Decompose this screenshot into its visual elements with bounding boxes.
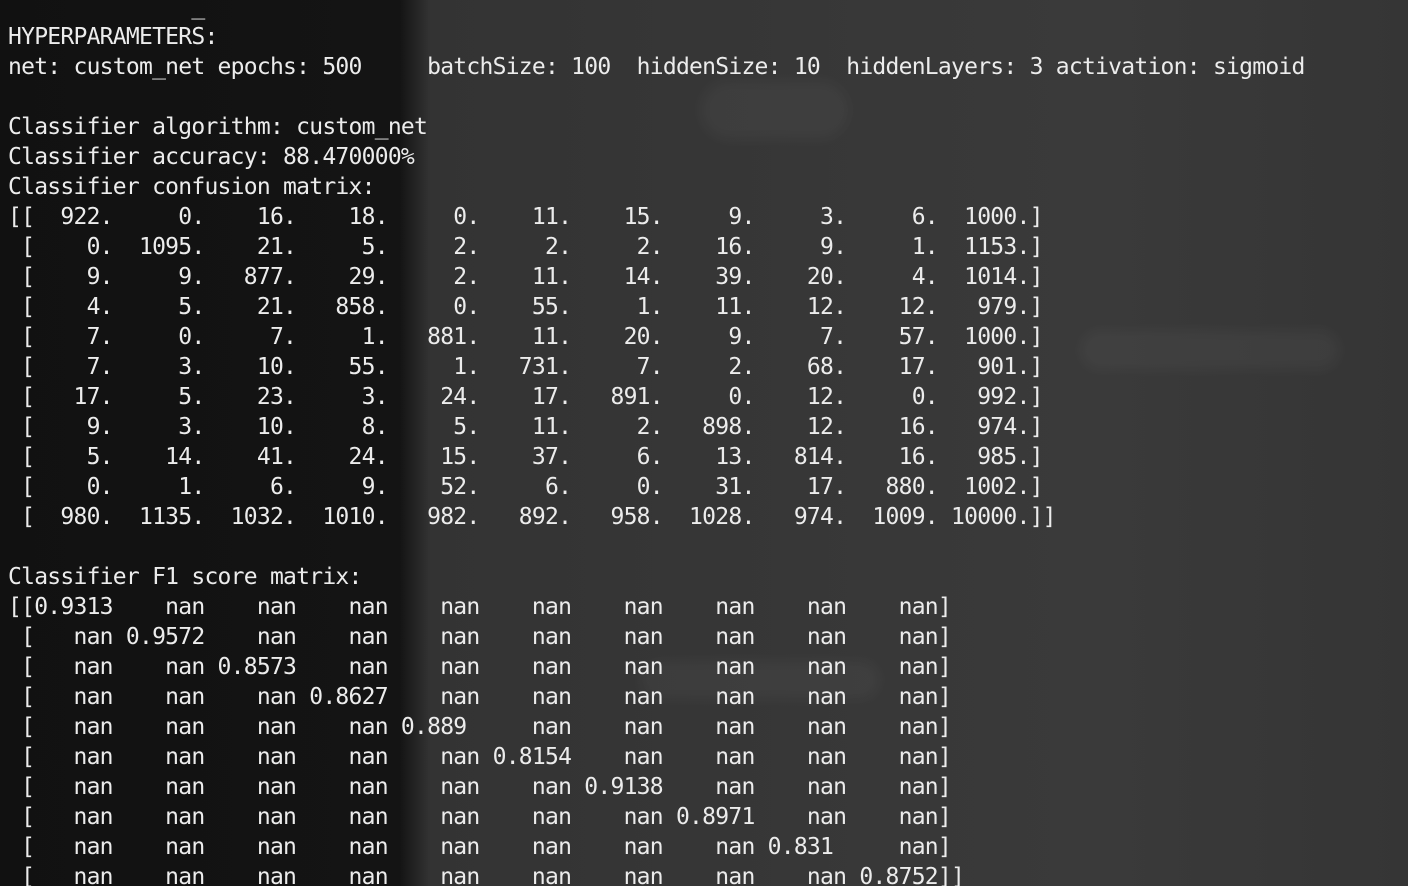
f1-matrix-header: Classifier F1 score matrix: <box>8 564 362 590</box>
f1-row: [ nan nan nan 0.8627 nan nan nan nan nan… <box>8 684 952 710</box>
f1-row: [[0.9313 nan nan nan nan nan nan nan nan… <box>8 594 952 620</box>
f1-row: [ nan nan 0.8573 nan nan nan nan nan nan… <box>8 654 952 680</box>
confusion-row: [[ 922. 0. 16. 18. 0. 11. 15. 9. 3. 6. 1… <box>8 204 1043 230</box>
partial-line: _ <box>8 0 205 20</box>
f1-row: [ nan nan nan nan 0.889 nan nan nan nan … <box>8 714 952 740</box>
confusion-row: [ 0. 1095. 21. 5. 2. 2. 2. 16. 9. 1. 115… <box>8 234 1043 260</box>
confusion-row: [ 7. 0. 7. 1. 881. 11. 20. 9. 7. 57. 100… <box>8 324 1043 350</box>
f1-row: [ nan 0.9572 nan nan nan nan nan nan nan… <box>8 624 952 650</box>
confusion-row: [ 5. 14. 41. 24. 15. 37. 6. 13. 814. 16.… <box>8 444 1043 470</box>
terminal-output: _ HYPERPARAMETERS: net: custom_net epoch… <box>8 0 1406 886</box>
confusion-matrix-header: Classifier confusion matrix: <box>8 174 375 200</box>
confusion-row: [ 9. 3. 10. 8. 5. 11. 2. 898. 12. 16. 97… <box>8 414 1043 440</box>
f1-row: [ nan nan nan nan nan nan nan 0.8971 nan… <box>8 804 952 830</box>
confusion-row: [ 0. 1. 6. 9. 52. 6. 0. 31. 17. 880. 100… <box>8 474 1043 500</box>
confusion-row: [ 7. 3. 10. 55. 1. 731. 7. 2. 68. 17. 90… <box>8 354 1043 380</box>
hyperparameters-values: net: custom_net epochs: 500 batchSize: 1… <box>8 54 1305 80</box>
f1-row: [ nan nan nan nan nan nan nan nan nan 0.… <box>8 864 965 886</box>
classifier-accuracy-line: Classifier accuracy: 88.470000% <box>8 144 415 170</box>
classifier-algorithm-line: Classifier algorithm: custom_net <box>8 114 428 140</box>
f1-row: [ nan nan nan nan nan 0.8154 nan nan nan… <box>8 744 952 770</box>
confusion-matrix: [[ 922. 0. 16. 18. 0. 11. 15. 9. 3. 6. 1… <box>8 202 1406 532</box>
hyperparameters-header: HYPERPARAMETERS: <box>8 24 218 50</box>
confusion-row-totals: [ 980. 1135. 1032. 1010. 982. 892. 958. … <box>8 504 1056 530</box>
confusion-row: [ 9. 9. 877. 29. 2. 11. 14. 39. 20. 4. 1… <box>8 264 1043 290</box>
confusion-row: [ 4. 5. 21. 858. 0. 55. 1. 11. 12. 12. 9… <box>8 294 1043 320</box>
f1-row: [ nan nan nan nan nan nan 0.9138 nan nan… <box>8 774 952 800</box>
f1-row: [ nan nan nan nan nan nan nan nan 0.831 … <box>8 834 952 860</box>
f1-score-matrix: [[0.9313 nan nan nan nan nan nan nan nan… <box>8 592 1406 886</box>
terminal-window[interactable]: _ HYPERPARAMETERS: net: custom_net epoch… <box>0 0 1408 886</box>
confusion-row: [ 17. 5. 23. 3. 24. 17. 891. 0. 12. 0. 9… <box>8 384 1043 410</box>
